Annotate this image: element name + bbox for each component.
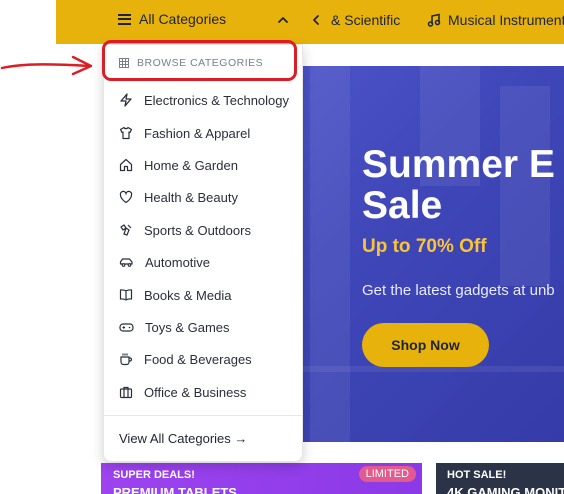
gamepad-icon <box>119 323 134 332</box>
promo-title: 4K GAMING MONIT <box>447 485 564 494</box>
category-label: Books & Media <box>144 287 232 303</box>
musical-instruments-label: Musical Instruments <box>448 12 564 28</box>
category-toys[interactable]: Toys & Games <box>104 311 302 343</box>
category-electronics[interactable]: Electronics & Technology <box>104 84 302 116</box>
category-health[interactable]: Health & Beauty <box>104 181 302 213</box>
hero-title-line-2: Sale <box>362 184 443 227</box>
category-label: Toys & Games <box>145 319 230 335</box>
category-label: Fashion & Apparel <box>144 125 251 141</box>
book-icon <box>119 289 133 301</box>
all-categories-label: All Categories <box>139 11 227 27</box>
shirt-icon <box>119 126 133 140</box>
category-label: Office & Business <box>144 384 247 400</box>
category-books[interactable]: Books & Media <box>104 279 302 311</box>
heart-icon <box>119 190 133 204</box>
category-sports[interactable]: Sports & Outdoors <box>104 214 302 246</box>
music-note-icon <box>427 13 441 27</box>
menu-icon <box>118 13 131 25</box>
briefcase-icon <box>119 386 133 399</box>
car-icon <box>119 258 133 267</box>
category-home[interactable]: Home & Garden <box>104 149 302 181</box>
hero-description: Get the latest gadgets at unb <box>362 282 555 299</box>
chevron-left-icon[interactable] <box>310 14 322 26</box>
highlight-box <box>102 40 297 81</box>
cup-icon <box>120 353 133 366</box>
dropdown-divider <box>104 415 302 416</box>
sports-icon <box>120 224 132 236</box>
shop-now-button[interactable]: Shop Now <box>362 323 489 367</box>
promo-tag: HOT SALE! <box>447 469 507 481</box>
annotation-arrow-icon <box>0 55 93 76</box>
category-label: Food & Beverages <box>144 351 252 367</box>
nav-item-musical-instruments[interactable]: Musical Instruments <box>427 12 564 28</box>
hero-subtitle: Up to 70% Off <box>362 236 487 257</box>
view-all-categories-link[interactable]: View All Categories → <box>119 431 247 446</box>
category-label: Electronics & Technology <box>144 92 290 108</box>
category-label: Sports & Outdoors <box>144 222 251 238</box>
page-root: All Categories & Scientific Musical Inst… <box>0 0 564 494</box>
promo-card-tablets[interactable]: SUPER DEALS! PREMIUM TABLETS LIMITED <box>101 463 422 494</box>
nav-item-scientific[interactable]: & Scientific <box>331 12 400 28</box>
hero-title-line-1: Summer E <box>362 143 555 186</box>
limited-badge: LIMITED <box>358 466 416 482</box>
categories-dropdown: BROWSE CATEGORIES Electronics & Technolo… <box>103 44 303 462</box>
category-food[interactable]: Food & Beverages <box>104 343 302 375</box>
hero-title: Summer E Sale <box>362 144 555 226</box>
promo-card-monitor[interactable]: HOT SALE! 4K GAMING MONIT <box>436 463 564 494</box>
promo-title: PREMIUM TABLETS <box>113 485 237 494</box>
category-label: Automotive <box>145 254 211 270</box>
chevron-up-icon[interactable] <box>277 14 289 26</box>
lightning-icon <box>120 93 132 107</box>
category-label: Home & Garden <box>144 157 238 173</box>
home-icon <box>119 158 133 172</box>
category-label: Health & Beauty <box>144 189 238 205</box>
hero-banner: Summer E Sale Up to 70% Off Get the late… <box>300 66 564 442</box>
category-automotive[interactable]: Automotive <box>104 246 302 278</box>
category-fashion[interactable]: Fashion & Apparel <box>104 117 302 149</box>
promo-tag: SUPER DEALS! <box>113 469 195 481</box>
category-office[interactable]: Office & Business <box>104 376 302 408</box>
all-categories-button[interactable]: All Categories <box>118 11 226 27</box>
